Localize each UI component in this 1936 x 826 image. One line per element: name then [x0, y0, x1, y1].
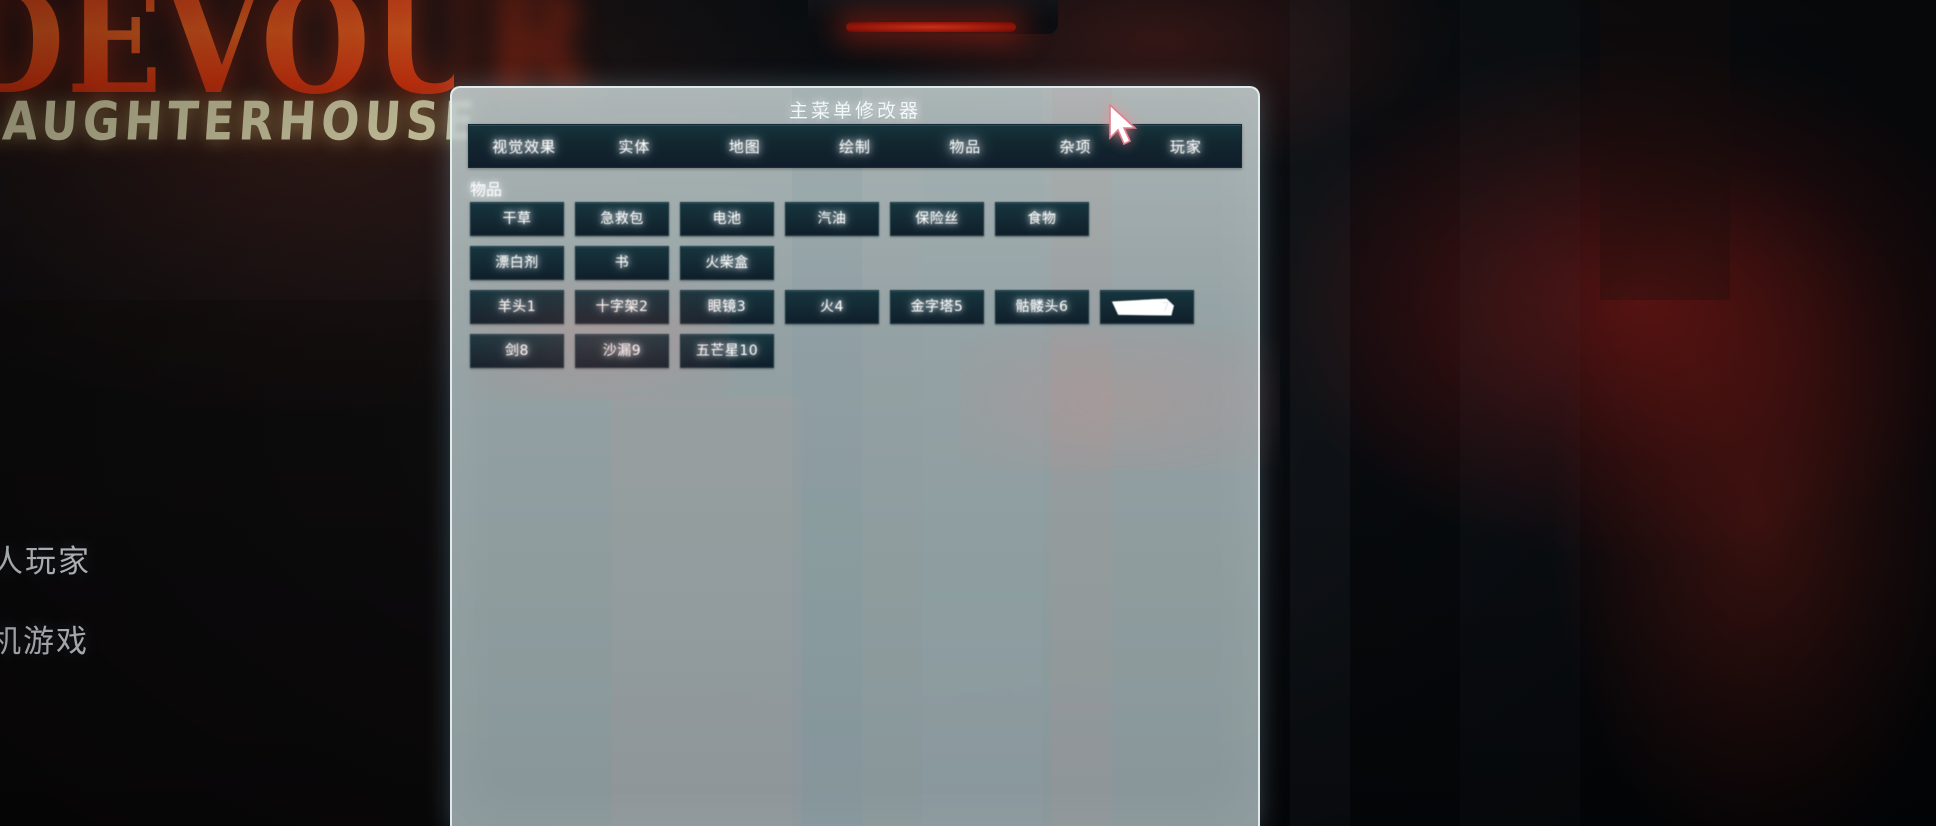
item-button[interactable]: 火4 — [785, 290, 879, 324]
item-row: 漂白剂书火柴盒 — [470, 246, 1240, 280]
item-button[interactable]: 沙漏9 — [575, 334, 669, 368]
item-button[interactable]: 保险丝 — [890, 202, 984, 236]
panel-translucency-1 — [792, 88, 862, 826]
item-button[interactable]: 急救包 — [575, 202, 669, 236]
tab-2[interactable]: 地图 — [690, 136, 800, 157]
item-button[interactable]: 金字塔5 — [890, 290, 984, 324]
panel-translucency-3 — [1052, 88, 1112, 826]
panel-translucency-2 — [922, 88, 1042, 826]
item-button[interactable]: 食物 — [995, 202, 1089, 236]
tab-0[interactable]: 视觉效果 — [469, 136, 579, 157]
item-button[interactable]: 电池 — [680, 202, 774, 236]
section-label: 物品 — [470, 180, 503, 199]
item-button[interactable]: 汽油 — [785, 202, 879, 236]
item-button[interactable]: 羊头1 — [470, 290, 564, 324]
item-button[interactable]: 火柴盒 — [680, 246, 774, 280]
item-button[interactable]: 十字架2 — [575, 290, 669, 324]
item-button[interactable]: 7 — [1100, 290, 1194, 324]
tab-1[interactable]: 实体 — [579, 136, 689, 157]
item-row: 剑8 沙漏9 五芒星10 — [470, 334, 1240, 368]
item-index: 7 — [1161, 300, 1171, 314]
item-button[interactable]: 骷髅头6 — [995, 290, 1089, 324]
item-button-grid: 干草 急救包 电池 汽油 保险丝 食物 漂白剂书火柴盒 羊头1 十字架2 眼镜3 火4 金字塔5 骷髅头… — [470, 202, 1240, 378]
panel-sheen — [452, 88, 1258, 826]
tab-4[interactable]: 物品 — [910, 136, 1020, 157]
item-button[interactable]: 剑8 — [470, 334, 564, 368]
panel-translucency-4 — [612, 398, 802, 826]
item-row: 干草 急救包 电池 汽油 保险丝 食物 — [470, 202, 1240, 236]
tab-6[interactable]: 玩家 — [1131, 136, 1241, 157]
mouse-cursor-icon — [1109, 104, 1138, 146]
tab-3[interactable]: 绘制 — [800, 136, 910, 157]
item-button[interactable]: 干草 — [470, 202, 564, 236]
item-button[interactable]: 五芒星10 — [680, 334, 774, 368]
item-button[interactable]: 眼镜3 — [680, 290, 774, 324]
item-row: 羊头1 十字架2 眼镜3 火4 金字塔5 骷髅头6 7 — [470, 290, 1240, 324]
game-screen: DEVOUR SLAUGHTERHOUSE 人玩家 机游戏 主菜单修改器 视觉效… — [0, 0, 1936, 826]
item-button[interactable]: 书 — [575, 246, 669, 280]
cheat-panel: 主菜单修改器 视觉效果 实体 地图 绘制 物品 杂项 玩家 物品 干草 急救包 电池 汽油 保险丝食… — [450, 86, 1260, 826]
item-button[interactable]: 漂白剂 — [470, 246, 564, 280]
